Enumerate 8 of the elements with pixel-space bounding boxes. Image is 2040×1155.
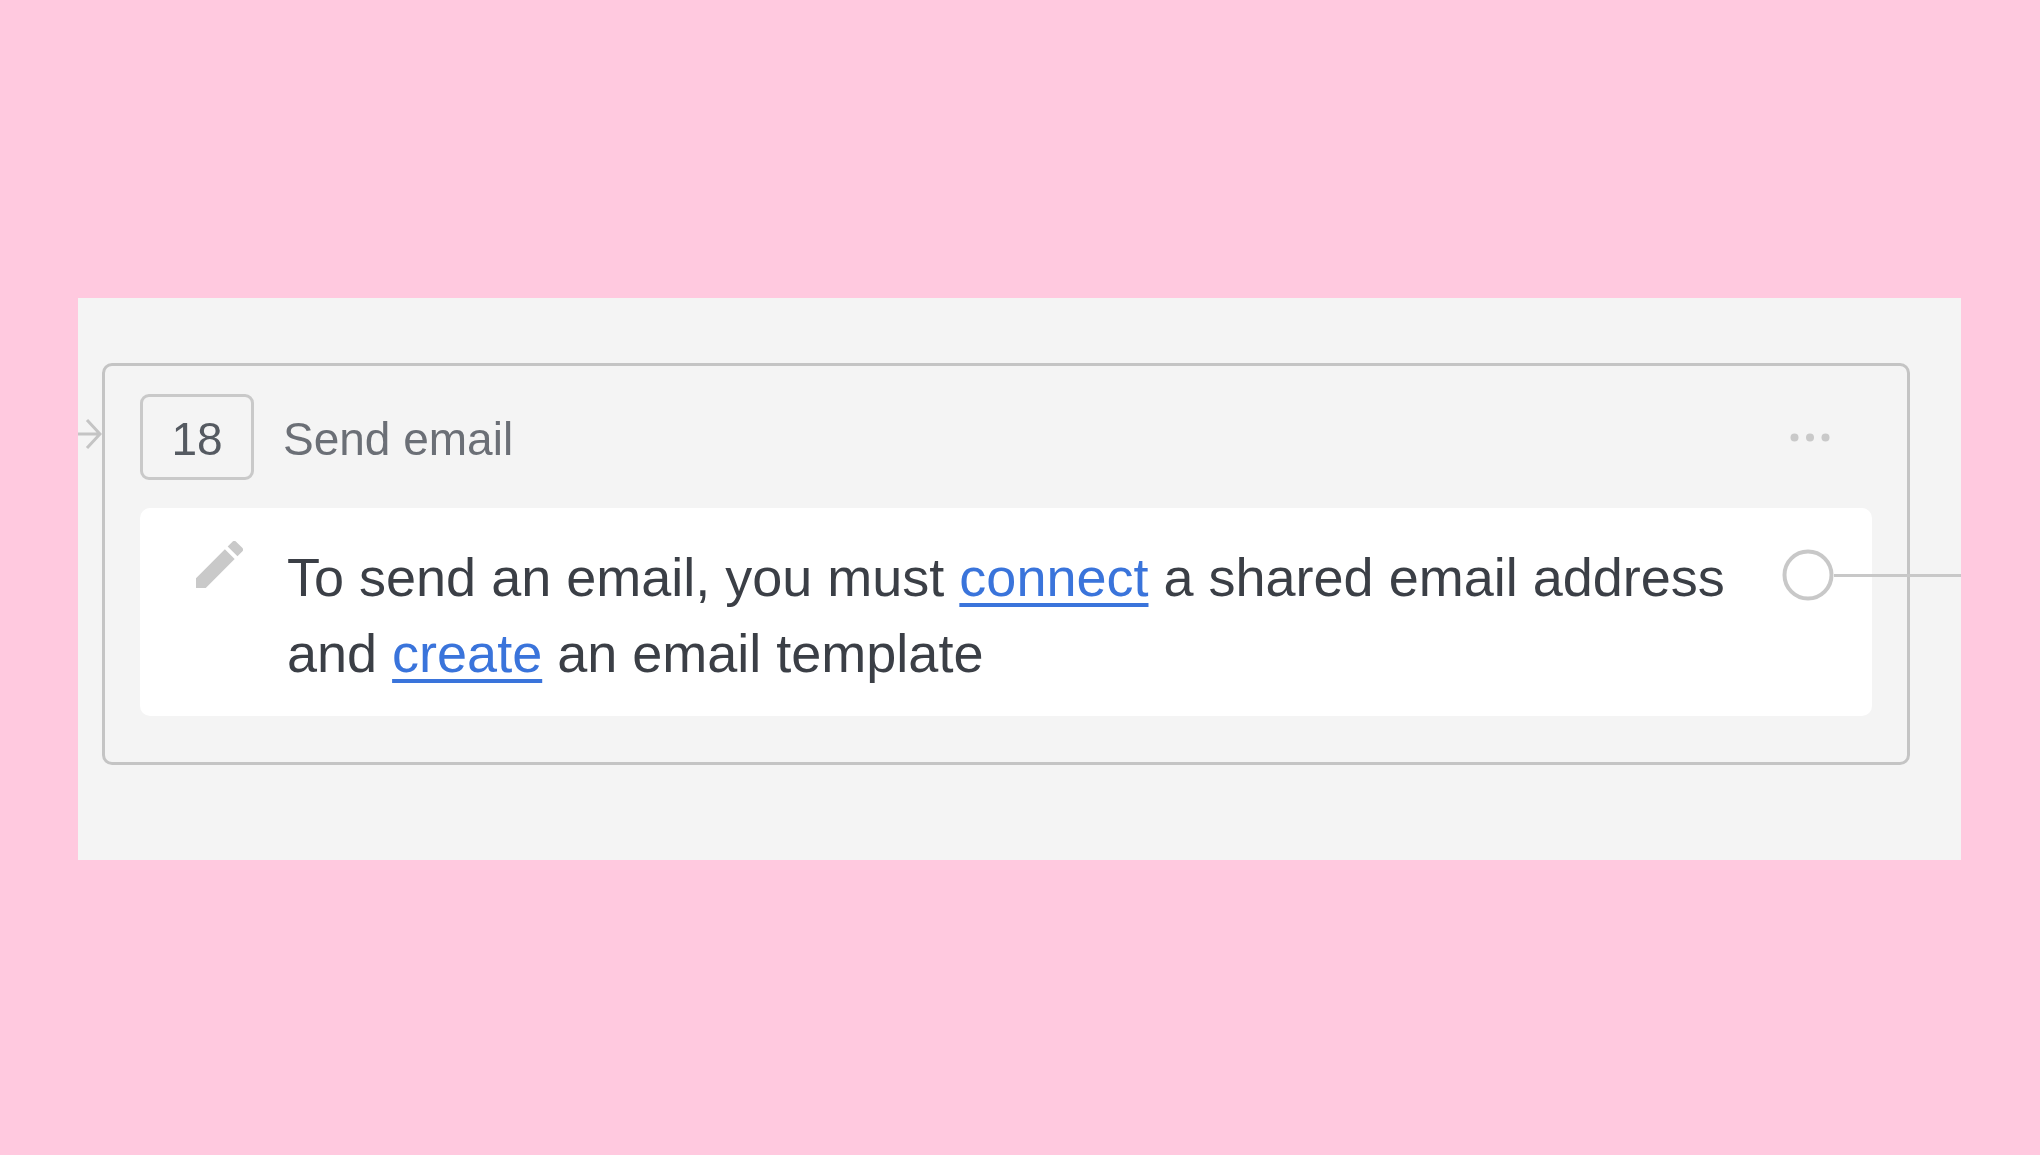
pencil-icon[interactable]	[196, 541, 243, 588]
more-icon[interactable]	[1790, 432, 1830, 442]
connector-port-icon[interactable]	[1782, 549, 1834, 601]
step-number: 18	[140, 394, 254, 480]
message-text: To send an email, you must connect a shared email address and create an email template	[287, 546, 1726, 685]
step-title: Send email	[283, 412, 514, 466]
message-link[interactable]: connect	[959, 547, 1149, 607]
message-link[interactable]: create	[392, 623, 543, 683]
